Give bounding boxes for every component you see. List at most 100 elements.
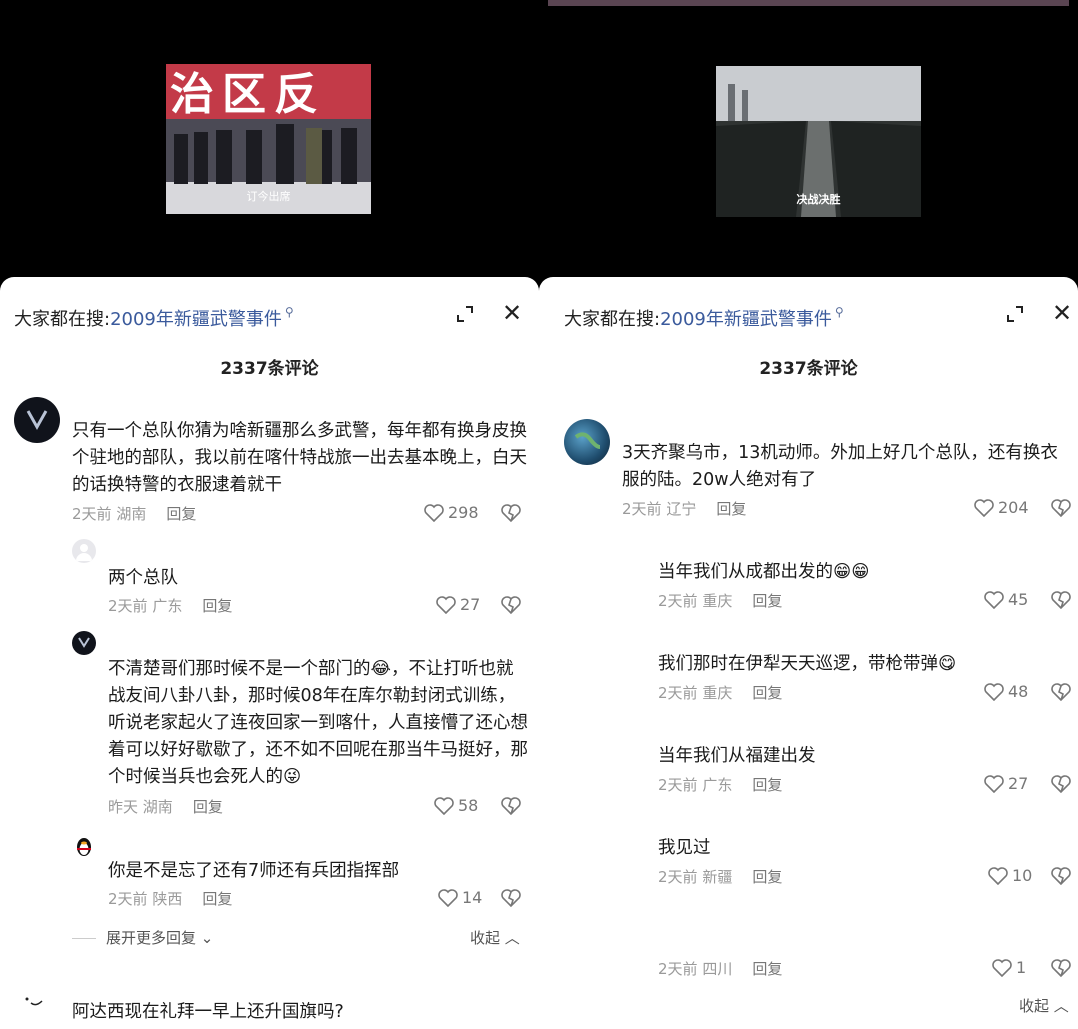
dislike-icon[interactable] — [1050, 866, 1072, 886]
search-term-link[interactable]: 2009年新疆武警事件 — [110, 309, 282, 330]
reply-meta: 2天前 新疆 回复 — [658, 868, 783, 886]
dislike-icon[interactable] — [1050, 590, 1072, 610]
like-count: 14 — [462, 888, 483, 907]
right-screenshot-panel: 决战决胜 大家都在搜:2009年新疆武警事件 ⚲ ✕ 2337条评论 3天齐聚乌市… — [539, 0, 1078, 1029]
dislike-icon[interactable] — [1050, 958, 1072, 978]
video-caption: 决战决胜 — [796, 193, 841, 206]
like-count: 10 — [1012, 866, 1033, 885]
reply-meta: 2天前 四川 回复 — [658, 960, 783, 978]
divider — [72, 938, 96, 939]
progress-bar — [548, 0, 1069, 6]
default-user-icon — [76, 544, 92, 561]
reply-button[interactable]: 回复 — [752, 776, 782, 794]
like-button[interactable]: 298 — [424, 503, 479, 522]
close-icon[interactable]: ✕ — [502, 301, 522, 325]
heart-icon — [988, 866, 1008, 885]
comment-count: 2337条评论 — [759, 359, 858, 379]
comment-count: 2337条评论 — [220, 359, 319, 379]
comment-sheet: 大家都在搜:2009年新疆武警事件 ⚲ ✕ 2337条评论 3天齐聚乌市，13机动… — [539, 277, 1078, 1029]
like-count: 27 — [1008, 774, 1029, 793]
dislike-icon[interactable] — [500, 503, 522, 523]
like-count: 298 — [448, 503, 479, 522]
comment-text: 阿达西现在礼拜一早上还升国旗吗? — [72, 1002, 344, 1022]
video-thumbnail[interactable]: 治区反 订今出席 — [166, 64, 371, 214]
video-caption: 订今出席 — [246, 190, 291, 203]
search-suggestion[interactable]: 大家都在搜:2009年新疆武警事件 ⚲ — [14, 305, 294, 331]
reply-meta: 2天前 重庆 回复 — [658, 684, 783, 702]
like-button[interactable]: 27 — [984, 774, 1028, 793]
search-icon: ⚲ — [834, 305, 844, 319]
penguin-icon — [77, 838, 91, 856]
avatar[interactable] — [72, 834, 96, 858]
reply-button[interactable]: 回复 — [716, 500, 746, 518]
heart-icon — [984, 590, 1004, 609]
reply-button[interactable]: 回复 — [752, 868, 782, 886]
reply-text: 当年我们从福建出发 — [658, 746, 816, 766]
reply-text: 两个总队 — [108, 568, 178, 588]
expand-icon[interactable] — [456, 305, 474, 323]
like-button[interactable]: 48 — [984, 682, 1028, 701]
reply-meta: 2天前 重庆 回复 — [658, 592, 783, 610]
reply-meta: 昨天 湖南 回复 — [108, 798, 223, 816]
reply-button[interactable]: 回复 — [193, 798, 223, 816]
like-count: 27 — [460, 595, 481, 614]
dislike-icon[interactable] — [1050, 682, 1072, 702]
like-count: 1 — [1016, 958, 1027, 977]
dislike-icon[interactable] — [1050, 774, 1072, 794]
heart-icon — [436, 595, 456, 614]
avatar[interactable] — [564, 419, 610, 465]
avatar[interactable] — [72, 539, 96, 563]
like-count: 204 — [998, 498, 1029, 517]
close-icon[interactable]: ✕ — [1052, 301, 1072, 325]
search-term-link[interactable]: 2009年新疆武警事件 — [660, 309, 832, 330]
reply-button[interactable]: 回复 — [202, 597, 232, 615]
like-button[interactable]: 58 — [434, 796, 478, 815]
like-button[interactable]: 1 — [992, 958, 1026, 977]
reply-text: 不清楚哥们那时候不是一个部门的😂，不让打听也就战友间八卦八卦，那时候08年在库尔… — [108, 659, 528, 787]
like-count: 48 — [1008, 682, 1029, 701]
heart-icon — [434, 796, 454, 815]
reply-meta: 2天前 广东 回复 — [658, 776, 783, 794]
like-button[interactable]: 14 — [438, 888, 482, 907]
reply-button[interactable]: 回复 — [166, 505, 196, 523]
reply-meta: 2天前 陕西 回复 — [108, 890, 233, 908]
dislike-icon[interactable] — [500, 888, 522, 908]
dislike-icon[interactable] — [500, 595, 522, 615]
collapse-button[interactable]: 收起 ︿ — [470, 927, 520, 948]
like-button[interactable]: 27 — [436, 595, 480, 614]
comment-sheet: 大家都在搜:2009年新疆武警事件 ⚲ ✕ 2337条评论 只有一个总队你猜为啥新… — [0, 277, 539, 1029]
search-suggestion[interactable]: 大家都在搜:2009年新疆武警事件 ⚲ — [564, 305, 844, 331]
search-prefix: 大家都在搜: — [14, 309, 111, 330]
reply-button[interactable]: 回复 — [752, 960, 782, 978]
like-button[interactable]: 45 — [984, 590, 1028, 609]
avatar[interactable] — [14, 397, 60, 443]
collapse-button[interactable]: 收起 ︿ — [1019, 995, 1069, 1016]
video-thumbnail[interactable]: 决战决胜 — [716, 66, 921, 217]
like-button[interactable]: 204 — [974, 498, 1029, 517]
chevron-up-icon: ︿ — [504, 929, 520, 947]
reply-button[interactable]: 回复 — [752, 684, 782, 702]
heart-icon — [974, 498, 994, 517]
reply-text: 你是不是忘了还有7师还有兵团指挥部 — [108, 861, 400, 881]
reply-button[interactable]: 回复 — [202, 890, 232, 908]
avatar-logo-icon — [26, 410, 48, 431]
expand-more-replies-button[interactable]: 展开更多回复 ⌄ — [72, 927, 213, 948]
avatar[interactable] — [72, 631, 96, 655]
avatar-logo-icon — [78, 637, 90, 648]
search-prefix: 大家都在搜: — [564, 309, 661, 330]
dislike-icon[interactable] — [500, 796, 522, 816]
dislike-icon[interactable] — [1050, 498, 1072, 518]
chevron-down-icon: ⌄ — [200, 929, 214, 947]
reply-meta: 2天前 广东 回复 — [108, 597, 233, 615]
like-button[interactable]: 10 — [988, 866, 1032, 885]
comment-meta: 2天前 湖南 回复 — [72, 505, 197, 523]
expand-icon[interactable] — [1006, 305, 1024, 323]
search-icon: ⚲ — [284, 305, 294, 319]
left-screenshot-panel: 治区反 订今出席 大家都在搜:2009年新疆武警事件 ⚲ ✕ 2337条评论 只有… — [0, 0, 539, 1029]
comment-meta: 2天前 辽宁 回复 — [622, 500, 747, 518]
reply-text: 当年我们从成都出发的😁😁 — [658, 562, 870, 582]
chevron-up-icon: ︿ — [1053, 997, 1069, 1015]
reply-button[interactable]: 回复 — [752, 592, 782, 610]
avatar[interactable] — [20, 989, 46, 1015]
globe-icon — [574, 432, 601, 449]
